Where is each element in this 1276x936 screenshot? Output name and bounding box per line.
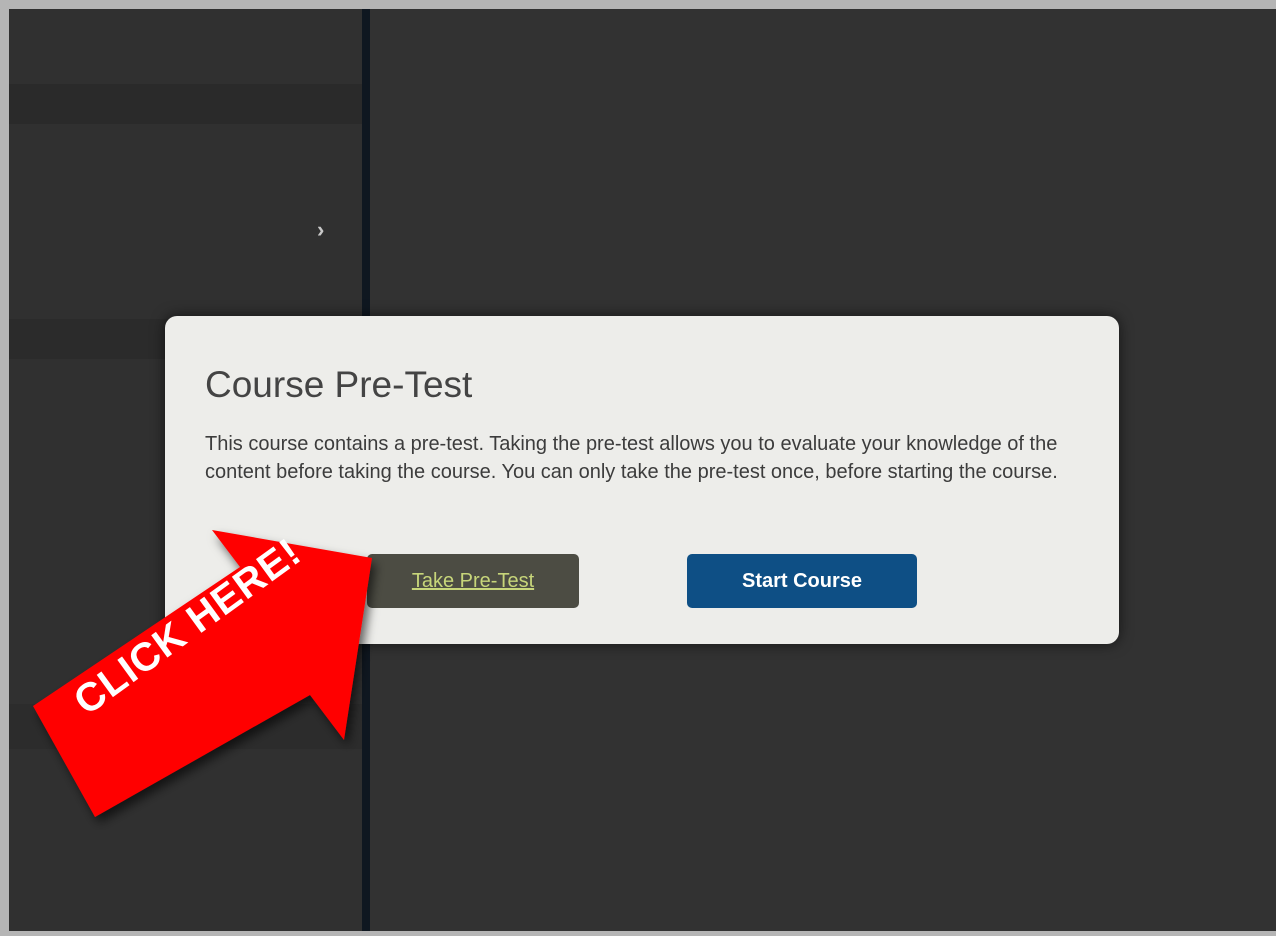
- start-course-button[interactable]: Start Course: [687, 554, 917, 608]
- pretest-modal: Course Pre-Test This course contains a p…: [165, 316, 1119, 644]
- take-pretest-button[interactable]: Take Pre-Test: [367, 554, 579, 608]
- sidebar-item[interactable]: [9, 704, 362, 749]
- modal-description: This course contains a pre-test. Taking …: [205, 433, 1058, 483]
- app-frame: › Course Pre-Test This course contains a…: [9, 9, 1276, 931]
- sidebar-item[interactable]: [9, 84, 362, 124]
- chevron-right-icon[interactable]: ›: [317, 215, 337, 245]
- modal-title: Course Pre-Test: [205, 364, 473, 405]
